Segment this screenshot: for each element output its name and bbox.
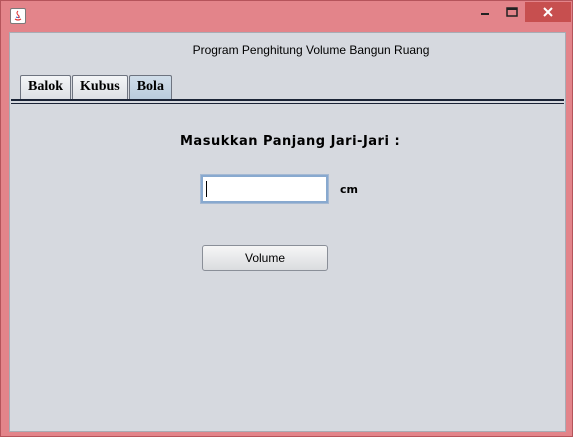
minimize-button[interactable] <box>471 2 498 22</box>
radius-input[interactable] <box>200 174 329 204</box>
java-icon[interactable] <box>10 8 26 24</box>
application-window: Program Penghitung Volume Bangun Ruang B… <box>0 0 573 437</box>
close-button[interactable] <box>525 2 571 22</box>
program-title: Program Penghitung Volume Bangun Ruang <box>192 43 430 57</box>
tab-kubus[interactable]: Kubus <box>72 75 128 99</box>
minimize-icon <box>480 13 489 15</box>
maximize-icon <box>505 7 518 17</box>
unit-label: cm <box>340 183 358 196</box>
radius-prompt-label: Masukkan Panjang Jari-Jari : <box>180 134 401 149</box>
text-caret <box>206 181 207 197</box>
close-icon <box>543 7 553 17</box>
tab-bola[interactable]: Bola <box>128 75 172 100</box>
tab-bar: Balok Kubus Bola <box>20 75 173 100</box>
volume-button[interactable]: Volume <box>202 245 328 271</box>
tab-balok[interactable]: Balok <box>20 75 72 99</box>
main-panel: Program Penghitung Volume Bangun Ruang B… <box>9 32 566 432</box>
title-bar[interactable] <box>1 1 573 31</box>
maximize-button[interactable] <box>498 2 525 22</box>
tab-divider-secondary <box>11 103 564 104</box>
tab-divider <box>11 99 564 101</box>
